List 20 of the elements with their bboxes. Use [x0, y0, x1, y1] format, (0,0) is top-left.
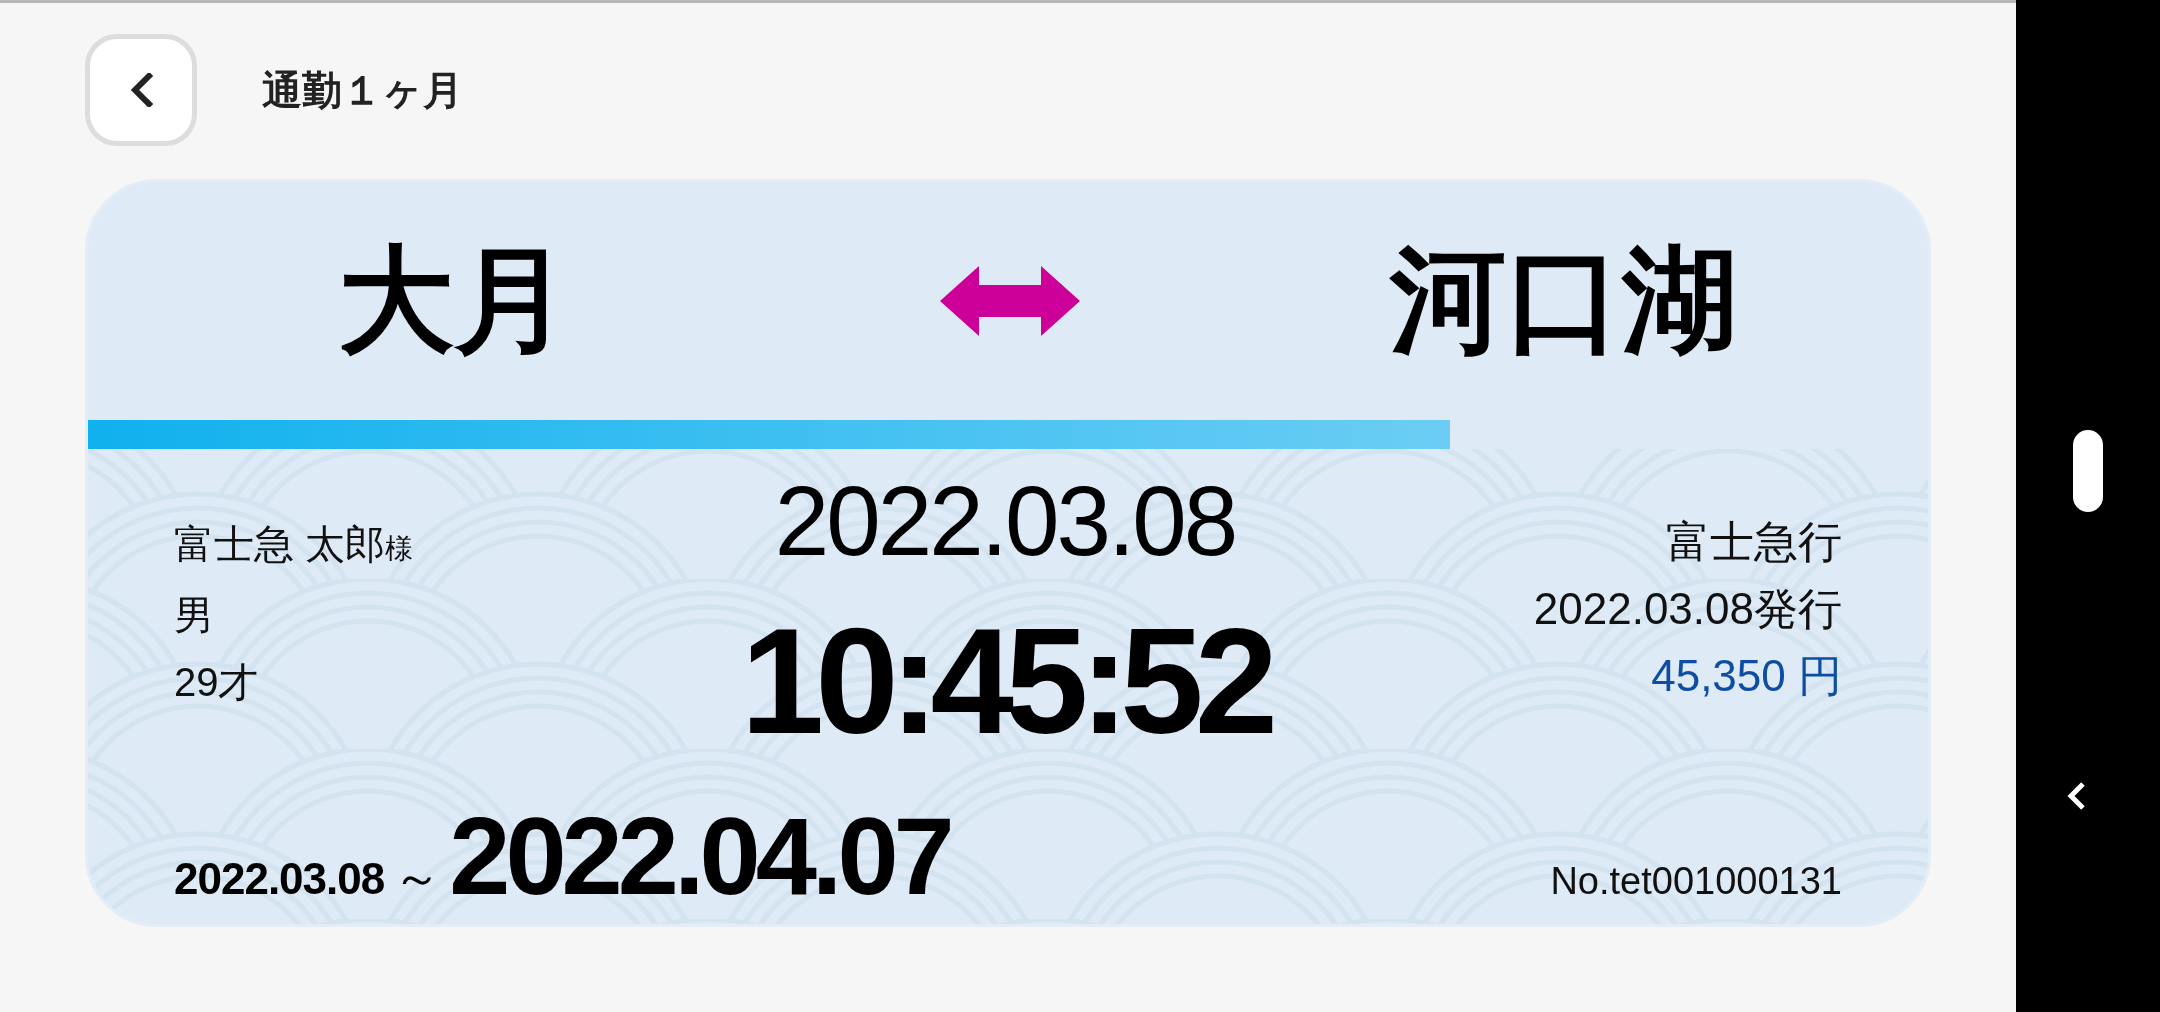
passenger-age: 29才: [174, 659, 260, 706]
page-title: 通勤１ヶ月: [262, 67, 463, 114]
current-date: 2022.03.08: [774, 472, 1237, 570]
back-icon[interactable]: [2065, 782, 2086, 810]
home-handle-icon[interactable]: [2073, 430, 2103, 512]
issuer-name: 富士急行: [1665, 516, 1842, 568]
arrival-station: 河口湖: [1390, 237, 1738, 365]
back-icon: [129, 73, 153, 107]
departure-station: 大月: [338, 237, 570, 365]
ticket-number: No.tet001000131: [1550, 860, 1842, 903]
back-button[interactable]: [85, 34, 197, 146]
passenger-gender: 男: [174, 592, 215, 639]
current-time: 10:45:52: [739, 606, 1271, 756]
ticket-price: 45,350 円: [1650, 650, 1842, 702]
double-arrow-icon: [940, 266, 1080, 336]
range-separator: ～: [393, 850, 442, 906]
valid-from-date: 2022.03.08: [174, 854, 386, 904]
valid-to-date: 2022.04.07: [449, 801, 951, 911]
issue-date: 2022.03.08発行: [1532, 583, 1842, 635]
passenger-name: 富士急 太郎様: [174, 521, 415, 568]
